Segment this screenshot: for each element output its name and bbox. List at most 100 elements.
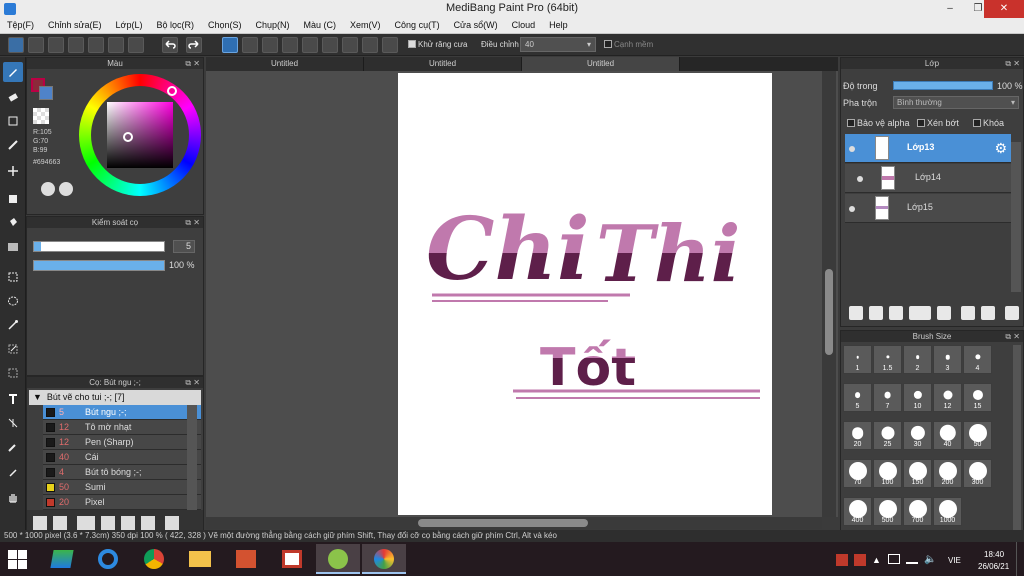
brush-item[interactable]: 40 Cái [43,450,201,465]
brush-size-option[interactable]: 400 [843,497,872,526]
tray-language[interactable]: VIE [948,556,961,565]
folder-icon[interactable] [121,516,135,530]
taskbar-powerpoint-icon[interactable] [224,544,268,574]
brush-size-option[interactable]: 20 [843,421,872,450]
menu-select[interactable]: Chọn(S) [201,18,249,33]
blend-mode-select[interactable]: Bình thường ▾ [893,96,1019,109]
menu-edit[interactable]: Chỉnh sửa(E) [41,18,109,33]
undo-icon[interactable] [162,37,178,53]
menu-help[interactable]: Help [542,18,575,33]
brush-size-option[interactable]: 1000 [933,497,962,526]
rect-tool[interactable] [3,111,23,131]
brush-size-option[interactable]: 700 [903,497,932,526]
tray-volume-icon[interactable]: 🔈 [924,554,936,565]
brush-size-scrollbar[interactable] [1013,345,1021,535]
vanish-snap-icon[interactable] [282,37,298,53]
fill-rect-tool[interactable] [3,189,23,209]
brush-size-option[interactable]: 1.5 [873,345,902,374]
new-layer-icon[interactable] [849,306,863,320]
canvas-tab-active[interactable]: Untitled [522,57,680,71]
brush-size-option[interactable]: 4 [963,345,992,374]
menu-cloud[interactable]: Cloud [505,18,543,33]
tray-v-icon[interactable] [854,554,866,566]
brush-copy-icon[interactable] [101,516,115,530]
menu-window[interactable]: Cửa sổ(W) [447,18,505,33]
antialias-checkbox[interactable] [408,40,416,48]
drawing-canvas[interactable]: Chi Chi Thi Thi Tốt Tốt [398,73,772,515]
brush-size-option[interactable]: 7 [873,383,902,412]
trash-icon[interactable] [165,516,179,530]
palette-add-icon[interactable] [59,182,73,196]
ellipse-snap-icon[interactable] [362,37,378,53]
lock-toggle[interactable]: Khóa [973,116,1004,130]
saturation-square[interactable] [107,102,173,168]
hand-tool[interactable] [3,487,23,507]
canvas-tab[interactable]: Untitled [206,57,364,71]
brush-size-option[interactable]: 100 [873,459,902,488]
taskbar-explorer-icon[interactable] [178,544,222,574]
eye-icon[interactable] [857,176,863,182]
color-picker-cursor[interactable] [123,132,133,142]
transparent-swatch[interactable] [33,108,49,124]
clipping-checkbox[interactable] [917,119,925,127]
brush-add-menu-icon[interactable] [77,516,95,530]
merge-layer-icon[interactable] [981,306,995,320]
pen-tool[interactable] [3,135,23,155]
smooth-toggle[interactable]: Cạnh mềm [604,40,653,49]
panel-controls-icon[interactable]: ⧉ ✕ [1005,58,1020,69]
page-icon[interactable] [88,37,104,53]
panel-controls-icon[interactable]: ⧉ ✕ [185,217,200,228]
brush-size-option[interactable]: 40 [933,421,962,450]
taskbar-green-app-icon[interactable] [316,544,360,574]
menu-filter[interactable]: Bộ lọc(R) [149,18,201,33]
protect-alpha-checkbox[interactable] [847,119,855,127]
eyedropper-tool[interactable] [3,437,23,457]
comment-icon[interactable] [68,37,84,53]
gradient-tool[interactable] [3,237,23,257]
eraser-tool[interactable] [3,87,23,107]
brush-list-scrollbar[interactable] [187,405,197,523]
tray-time[interactable]: 18:40 [984,550,1004,559]
taskbar-app-stack-icon[interactable] [40,544,84,574]
magic-wand-tool[interactable] [3,315,23,335]
brush-tool[interactable] [3,62,23,82]
menu-view[interactable]: Xem(V) [343,18,388,33]
minimize-button[interactable]: – [936,0,964,18]
snap-settings-icon[interactable] [382,37,398,53]
parallel-snap-icon[interactable] [242,37,258,53]
menu-tools[interactable]: Công cụ(T) [388,18,447,33]
menu-layer[interactable]: Lớp(L) [109,18,150,33]
eye-icon[interactable] [849,206,855,212]
curve-snap-icon[interactable] [342,37,358,53]
scroll-thumb[interactable] [825,269,833,355]
taskbar-medibang-icon[interactable] [362,544,406,574]
new-8bit-layer-icon[interactable] [889,306,903,320]
brush-size-option[interactable]: 30 [903,421,932,450]
cross-snap-icon[interactable] [262,37,278,53]
brush-item[interactable]: 12 Pen (Sharp) [43,435,201,450]
duplicate-layer-icon[interactable] [961,306,975,320]
layer-opacity-slider[interactable] [893,81,993,90]
antialias-toggle[interactable]: Khử răng cưa [408,40,467,49]
menu-file[interactable]: Tệp(F) [0,18,41,33]
brush-item[interactable]: 20 Pixel [43,495,201,510]
close-button[interactable]: ✕ [984,0,1024,18]
select-eraser-tool[interactable] [3,363,23,383]
brush-size-option[interactable]: 200 [933,459,962,488]
canvas-tab[interactable]: Untitled [364,57,522,71]
tray-up-arrow-icon[interactable]: ▲ [872,555,881,565]
dropper-tool[interactable] [3,463,23,483]
show-desktop-button[interactable] [1016,542,1024,576]
grid-list-icon[interactable] [108,37,124,53]
brush-size-option[interactable]: 12 [933,383,962,412]
brush-size-option[interactable]: 70 [843,459,872,488]
brush-size-option[interactable]: 500 [873,497,902,526]
brush-size-value[interactable]: 5 [173,240,195,253]
adjust-select[interactable]: 40 ▾ [520,37,596,52]
redo-icon[interactable] [186,37,202,53]
select-tool[interactable] [3,267,23,287]
tray-app-icon[interactable] [836,554,848,566]
brush-item[interactable]: 5Bút ngu ;-;⚙ [43,405,201,420]
brush-size-option[interactable]: 50 [963,421,992,450]
taskbar-ie-icon[interactable] [86,544,130,574]
